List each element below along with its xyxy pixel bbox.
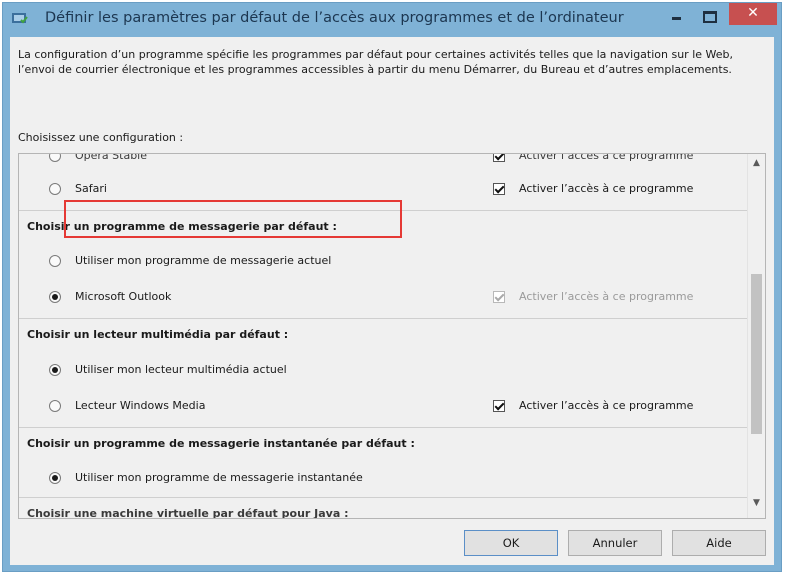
radio-label-media-current: Utiliser mon lecteur multimédia actuel <box>75 363 287 376</box>
radio-windows-media[interactable] <box>49 400 61 412</box>
minimize-icon <box>672 17 681 20</box>
section-heading-java: Choisir une machine virtuelle par défaut… <box>27 507 349 519</box>
checkbox-label-safari: Activer l’accès à ce programme <box>519 182 694 195</box>
list-item-windows-media[interactable]: Lecteur Windows Media Activer l’accès à … <box>19 397 749 417</box>
divider <box>19 497 763 498</box>
maximize-button[interactable] <box>696 7 722 29</box>
radio-opera[interactable] <box>49 154 61 162</box>
dialog-window: Définir les paramètres par défaut de l’a… <box>2 2 782 572</box>
list-item-im-current[interactable]: Utiliser mon programme de messagerie ins… <box>19 469 749 489</box>
list-item-opera[interactable]: Opera Stable Activer l’accès à ce progra… <box>19 153 749 167</box>
scrollbar-thumb[interactable] <box>751 274 762 434</box>
close-button[interactable]: ✕ <box>729 3 777 25</box>
checkbox-label-outlook: Activer l’accès à ce programme <box>519 290 694 303</box>
radio-im-current[interactable] <box>49 472 61 484</box>
maximize-icon <box>703 11 717 23</box>
scroll-down-icon[interactable]: ▼ <box>748 498 765 514</box>
divider <box>19 318 763 319</box>
description-text: La configuration d’un programme spécifie… <box>18 48 733 76</box>
radio-label-opera: Opera Stable <box>75 153 148 162</box>
radio-media-current[interactable] <box>49 364 61 376</box>
highlight-box <box>64 200 402 238</box>
radio-label-safari: Safari <box>75 182 107 195</box>
divider <box>19 427 763 428</box>
checkbox-label-windows-media: Activer l’accès à ce programme <box>519 399 694 412</box>
dialog-client: La configuration d’un programme spécifie… <box>10 37 774 565</box>
radio-safari[interactable] <box>49 183 61 195</box>
checkbox-windows-media-access[interactable] <box>493 400 505 412</box>
list-item-media-current[interactable]: Utiliser mon lecteur multimédia actuel <box>19 361 749 381</box>
radio-mail-current[interactable] <box>49 255 61 267</box>
checkbox-label-opera: Activer l’accès à ce programme <box>519 153 694 162</box>
list-item-outlook[interactable]: Microsoft Outlook Activer l’accès à ce p… <box>19 288 749 308</box>
cancel-button[interactable]: Annuler <box>568 530 662 556</box>
section-heading-im: Choisir un programme de messagerie insta… <box>27 437 415 450</box>
checkbox-outlook-access <box>493 291 505 303</box>
help-button[interactable]: Aide <box>672 530 766 556</box>
radio-label-im-current: Utiliser mon programme de messagerie ins… <box>75 471 363 484</box>
choose-configuration-label: Choisissez une configuration : <box>18 131 184 144</box>
radio-outlook[interactable] <box>49 291 61 303</box>
scroll-up-icon[interactable]: ▲ <box>748 158 765 174</box>
section-heading-media: Choisir un lecteur multimédia par défaut… <box>27 328 289 341</box>
window-title: Définir les paramètres par défaut de l’a… <box>45 10 624 26</box>
radio-label-outlook: Microsoft Outlook <box>75 290 172 303</box>
app-icon <box>12 13 28 24</box>
title-bar[interactable]: Définir les paramètres par défaut de l’a… <box>3 3 781 37</box>
radio-label-windows-media: Lecteur Windows Media <box>75 399 206 412</box>
minimize-button[interactable] <box>663 7 689 29</box>
vertical-scrollbar[interactable]: ▲ ▼ <box>747 154 765 518</box>
close-icon: ✕ <box>747 5 759 21</box>
checkbox-safari-access[interactable] <box>493 183 505 195</box>
list-item-safari[interactable]: Safari Activer l’accès à ce programme <box>19 180 749 200</box>
list-item-mail-current[interactable]: Utiliser mon programme de messagerie act… <box>19 252 749 272</box>
checkbox-opera-access[interactable] <box>493 154 505 162</box>
radio-label-mail-current: Utiliser mon programme de messagerie act… <box>75 254 332 267</box>
ok-button[interactable]: OK <box>464 530 558 556</box>
